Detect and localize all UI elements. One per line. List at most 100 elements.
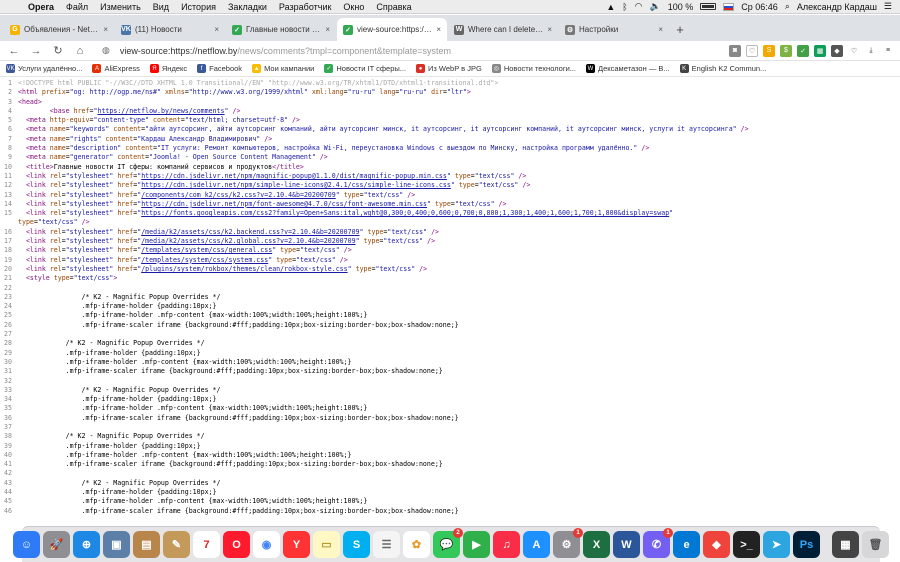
menu-item[interactable]: Файл bbox=[60, 2, 94, 12]
new-tab-button[interactable]: + bbox=[670, 18, 690, 41]
address-bar[interactable]: ◍ view-source:https://netflow.by/news/co… bbox=[94, 43, 723, 59]
dock-downloads-icon[interactable]: ▦ bbox=[832, 531, 859, 558]
dock-edge-icon[interactable]: e bbox=[673, 531, 700, 558]
forward-button[interactable]: → bbox=[28, 43, 44, 59]
tab-close-icon[interactable]: × bbox=[103, 25, 108, 34]
source-line: 10 <title>Главные новости IT сферы: комп… bbox=[0, 163, 900, 172]
search-icon[interactable]: ⌕ bbox=[785, 1, 790, 12]
dock-finder-icon[interactable]: ☺ bbox=[13, 531, 40, 558]
extension-box-icon[interactable]: ▦ bbox=[814, 44, 826, 57]
dock-trash-icon[interactable]: 🗑 bbox=[862, 531, 889, 558]
heart-icon[interactable]: ♡ bbox=[848, 44, 860, 57]
dock-reminders-icon[interactable]: ☰ bbox=[373, 531, 400, 558]
bookmark-item[interactable]: ▲ Мои кампании bbox=[252, 64, 314, 73]
bookmark-heart-icon[interactable]: ♡ bbox=[746, 44, 758, 57]
dock-preview-icon[interactable]: ▣ bbox=[103, 531, 130, 558]
dock-notes-icon[interactable]: ▭ bbox=[313, 531, 340, 558]
line-number: 38 bbox=[4, 432, 12, 441]
source-line: 39 .mfp-iframe-holder {padding:10px;} bbox=[0, 442, 900, 451]
bookmark-item[interactable]: VK Услуги удалённо... bbox=[6, 64, 82, 73]
bookmark-item[interactable]: ● Из WebP в JPG bbox=[416, 64, 482, 73]
browser-tab[interactable]: ⚙ Настройки × bbox=[559, 18, 669, 41]
tab-close-icon[interactable]: × bbox=[547, 25, 552, 34]
browser-tab[interactable]: ✓ view-source:https://netflow.b × bbox=[337, 18, 447, 41]
dock-facetime-icon[interactable]: ▶ bbox=[463, 531, 490, 558]
download-icon[interactable]: ⤓ bbox=[865, 44, 877, 57]
menu-item[interactable]: Закладки bbox=[222, 2, 273, 12]
source-code: <link rel="stylesheet" href="/media/k2/a… bbox=[25, 227, 440, 236]
browser-tab[interactable]: ✓ Главные новости IT сферы: к × bbox=[226, 18, 336, 41]
reload-button[interactable]: ↻ bbox=[50, 43, 66, 59]
browser-tab[interactable]: G Объявления - NetFlow - Goog × bbox=[4, 18, 114, 41]
menu-item[interactable]: Справка bbox=[370, 2, 417, 12]
bookmark-item[interactable]: Я Яндекс bbox=[149, 64, 187, 73]
extension-green-icon[interactable]: $ bbox=[780, 44, 792, 57]
menu-item[interactable]: Вид bbox=[147, 2, 175, 12]
dock-launchpad-icon[interactable]: 🚀 bbox=[43, 531, 70, 558]
dock-calendar-icon[interactable]: 7 bbox=[193, 531, 220, 558]
dock-notes-brown-icon[interactable]: ✎ bbox=[163, 531, 190, 558]
tab-close-icon[interactable]: × bbox=[436, 25, 441, 34]
bookmark-item[interactable]: f Facebook bbox=[197, 64, 242, 73]
battery-icon[interactable] bbox=[700, 3, 717, 10]
dock-opera-icon[interactable]: O bbox=[223, 531, 250, 558]
dock-skype-icon[interactable]: S bbox=[343, 531, 370, 558]
dock-word-icon[interactable]: W bbox=[613, 531, 640, 558]
dock-safari-icon[interactable]: ⊕ bbox=[73, 531, 100, 558]
camera-icon[interactable]: ◙ bbox=[729, 44, 741, 57]
dock-music-icon[interactable]: ♫ bbox=[493, 531, 520, 558]
extension-s-icon[interactable]: S bbox=[763, 44, 775, 57]
volume-icon[interactable]: 🔈 bbox=[650, 1, 661, 12]
menu-item[interactable]: Окно bbox=[337, 2, 370, 12]
extension-check-icon[interactable]: ✓ bbox=[797, 44, 809, 57]
bluetooth-icon[interactable]: ᛒ bbox=[622, 2, 627, 12]
tab-close-icon[interactable]: × bbox=[658, 25, 663, 34]
bookmark-item[interactable]: A AliExpress bbox=[92, 64, 140, 73]
input-source-flag-icon[interactable] bbox=[723, 2, 735, 11]
bookmark-item[interactable]: ◎ Новости технологи... bbox=[491, 64, 576, 73]
user-name[interactable]: Александр Кардаш bbox=[797, 2, 877, 12]
line-number: 33 bbox=[4, 385, 12, 394]
menu-item[interactable]: Opera bbox=[22, 2, 60, 12]
bookmark-item[interactable]: ✓ Новости IT сферы... bbox=[324, 64, 406, 73]
dock-anydesk-icon[interactable]: ◆ bbox=[703, 531, 730, 558]
menu-item[interactable]: История bbox=[175, 2, 222, 12]
dock-chrome-icon[interactable]: ◉ bbox=[253, 531, 280, 558]
bookmark-item[interactable]: W Дексаметазон — В... bbox=[586, 64, 670, 73]
browser-tab[interactable]: W Where can I delete a template × bbox=[448, 18, 558, 41]
home-button[interactable]: ⌂ bbox=[72, 43, 88, 59]
clock[interactable]: Ср 06:46 bbox=[741, 2, 778, 12]
source-code: <meta http-equiv="content-type" content=… bbox=[25, 116, 300, 125]
dock-yandex-icon[interactable]: Y bbox=[283, 531, 310, 558]
menu-item[interactable]: Разработчик bbox=[273, 2, 337, 12]
dock-app-store-icon[interactable]: A bbox=[523, 531, 550, 558]
adobe-icon[interactable]: ▲ bbox=[606, 2, 615, 12]
extension-cube-icon[interactable]: ◆ bbox=[831, 44, 843, 57]
dock-telegram-icon[interactable]: ➤ bbox=[763, 531, 790, 558]
wifi-icon[interactable]: ◠ bbox=[635, 1, 643, 12]
dock-system-preferences-icon[interactable]: ⚙ 1 bbox=[553, 528, 583, 558]
tab-close-icon[interactable]: × bbox=[214, 25, 219, 34]
dock-messages-icon[interactable]: 💬 2 bbox=[433, 528, 463, 558]
bookmark-item[interactable]: K English K2 Commun... bbox=[679, 64, 766, 73]
source-code: .mfp-iframe-holder .mfp-content {max-wid… bbox=[18, 311, 368, 320]
dock-contacts-icon[interactable]: ▤ bbox=[133, 531, 160, 558]
menu-item[interactable]: Изменить bbox=[94, 2, 147, 12]
dock-photoshop-icon[interactable]: Ps bbox=[793, 531, 820, 558]
dock-excel-icon[interactable]: X bbox=[583, 531, 610, 558]
dock-viber-icon[interactable]: ✆ 1 bbox=[643, 528, 673, 558]
url-path: /news/comments?tmpl=component&template=s… bbox=[237, 45, 452, 56]
browser-tab[interactable]: VK (11) Новости × bbox=[115, 18, 225, 41]
menu-list-icon[interactable]: ☰ bbox=[884, 1, 892, 12]
dock-terminal-icon[interactable]: >_ bbox=[733, 531, 760, 558]
source-code bbox=[18, 330, 900, 339]
settings-icon[interactable]: ≡ bbox=[882, 44, 894, 57]
tab-close-icon[interactable]: × bbox=[325, 25, 330, 34]
tab-label: (11) Новости bbox=[135, 25, 182, 34]
tab-label: Where can I delete a template bbox=[468, 25, 543, 34]
source-code: <link rel="stylesheet" href="https://cdn… bbox=[25, 171, 527, 180]
dock-photos-icon[interactable]: ✿ bbox=[403, 531, 430, 558]
source-line: 42 bbox=[0, 469, 900, 478]
back-button[interactable]: ← bbox=[6, 43, 22, 59]
battery-label[interactable]: 100 % bbox=[668, 2, 694, 12]
